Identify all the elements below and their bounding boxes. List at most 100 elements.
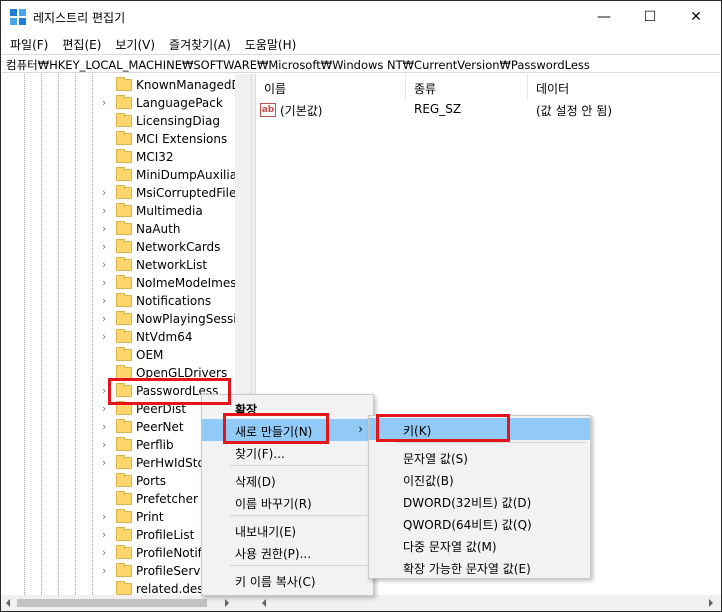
menu-item-copy-key-name[interactable]: 키 이름 복사(C) (202, 569, 373, 591)
scroll-left-icon[interactable] (4, 599, 12, 607)
horizontal-scrollbar[interactable] (1, 595, 721, 611)
annotation-box-key (376, 414, 510, 442)
tree-item[interactable]: › NtVdm64 (1, 328, 235, 346)
expand-chevron-icon[interactable]: › (102, 456, 112, 469)
column-header-type[interactable]: 종류 (406, 74, 528, 100)
tree-item-label: MCI32 (136, 150, 174, 164)
tree-item[interactable]: related.desc (1, 580, 235, 595)
tree-item[interactable]: › PerHwIdSto (1, 454, 235, 472)
tree-item-label: LanguagePack (136, 96, 223, 110)
tree-item[interactable]: › PeerNet (1, 418, 235, 436)
expand-chevron-icon[interactable]: › (102, 330, 112, 343)
tree-item-label: MiniDumpAuxiliar (136, 168, 242, 182)
folder-icon (116, 311, 132, 325)
scroll-right-icon[interactable] (223, 599, 231, 607)
close-button[interactable]: ✕ (673, 1, 719, 33)
folder-icon (116, 167, 132, 181)
tree-item[interactable]: KnownManagedD (1, 76, 241, 94)
tree-item[interactable]: › ProfileNotifi (1, 544, 235, 562)
value-row[interactable]: ab (기본값) REG_SZ (값 설정 안 됨) (256, 102, 721, 120)
tree-item[interactable]: › NetworkCards (1, 238, 235, 256)
expand-chevron-icon[interactable]: › (102, 96, 112, 109)
expand-chevron-icon[interactable]: › (102, 510, 112, 523)
folder-icon (116, 293, 132, 307)
tree-item-label: Print (136, 510, 164, 524)
submenu-item-dword-value[interactable]: DWORD(32비트) 값(D) (369, 490, 590, 512)
tree-item-label: Multimedia (136, 204, 203, 218)
tree-item[interactable]: › MsiCorruptedFileR (1, 184, 245, 202)
tree-item-label: related.desc (136, 582, 211, 595)
submenu-item-string-value[interactable]: 문자열 값(S) (369, 446, 590, 468)
tree-item[interactable]: › Perflib (1, 436, 235, 454)
tree-guide-line (92, 74, 93, 595)
tree-item[interactable]: MCI32 (1, 148, 235, 166)
tree-item[interactable]: › Notifications (1, 292, 235, 310)
tree-item-label: NowPlayingSessio (136, 312, 244, 326)
menu-item-export[interactable]: 내보내기(E) (202, 519, 373, 541)
expand-chevron-icon[interactable]: › (102, 258, 112, 271)
address-bar[interactable]: 컴퓨터₩HKEY_LOCAL_MACHINE₩SOFTWARE₩Microsof… (2, 54, 720, 73)
menu-edit[interactable]: 편집(E) (55, 33, 108, 53)
scrollbar-thumb[interactable] (17, 599, 207, 607)
expand-chevron-icon[interactable]: › (102, 564, 112, 577)
tree-item[interactable]: OEM (1, 346, 235, 364)
submenu-item-expandable-string-value[interactable]: 확장 가능한 문자열 값(E) (369, 556, 590, 578)
tree-item[interactable]: Ports (1, 472, 235, 490)
submenu-item-multi-string-value[interactable]: 다중 문자열 값(M) (369, 534, 590, 556)
tree-item[interactable]: MiniDumpAuxiliar (1, 166, 242, 184)
tree-item[interactable]: LicensingDiag (1, 112, 235, 130)
tree-item[interactable]: › Multimedia (1, 202, 235, 220)
expand-chevron-icon[interactable]: › (102, 528, 112, 541)
submenu-item-qword-value[interactable]: QWORD(64비트) 값(Q) (369, 512, 590, 534)
expand-chevron-icon[interactable]: › (102, 438, 112, 451)
menu-view[interactable]: 보기(V) (108, 33, 162, 53)
folder-icon (116, 203, 132, 217)
expand-chevron-icon[interactable]: › (102, 312, 112, 325)
column-header-data[interactable]: 데이터 (528, 74, 721, 100)
tree-item[interactable]: › NetworkList (1, 256, 235, 274)
tree-item-label: NaAuth (136, 222, 181, 236)
folder-icon (116, 221, 132, 235)
tree-item[interactable]: › NoImeModeImes (1, 274, 237, 292)
menu-file[interactable]: 파일(F) (3, 33, 55, 53)
minimize-button[interactable]: — (581, 1, 627, 33)
tree-item[interactable]: › NaAuth (1, 220, 235, 238)
menu-separator (397, 442, 586, 443)
menu-item-permissions[interactable]: 사용 권한(P)... (202, 541, 373, 563)
expand-chevron-icon[interactable]: › (102, 222, 112, 235)
tree-item-label: MsiCorruptedFileR (136, 186, 245, 200)
tree-item[interactable]: › Print (1, 508, 235, 526)
folder-icon (116, 347, 132, 361)
tree-item[interactable]: Prefetcher (1, 490, 235, 508)
tree-item-label: NtVdm64 (136, 330, 193, 344)
expand-chevron-icon[interactable]: › (102, 240, 112, 253)
menu-item-rename[interactable]: 이름 바꾸기(R) (202, 491, 373, 513)
scroll-right-icon[interactable] (707, 599, 715, 607)
menu-separator (230, 565, 369, 566)
expand-chevron-icon[interactable]: › (102, 546, 112, 559)
expand-chevron-icon[interactable]: › (102, 276, 112, 289)
menu-separator (230, 465, 369, 466)
maximize-button[interactable]: ☐ (627, 1, 673, 33)
tree-item[interactable]: › LanguagePack (1, 94, 235, 112)
folder-icon (116, 275, 132, 289)
expand-chevron-icon[interactable]: › (102, 420, 112, 433)
column-header-name[interactable]: 이름 (256, 74, 406, 100)
submenu-item-binary-value[interactable]: 이진값(B) (369, 468, 590, 490)
expand-chevron-icon[interactable]: › (102, 294, 112, 307)
tree-item[interactable]: MCI Extensions (1, 130, 235, 148)
tree-item[interactable]: › NowPlayingSessio (1, 310, 244, 328)
folder-icon (116, 257, 132, 271)
menu-item-find[interactable]: 찾기(F)... (202, 441, 373, 463)
folder-icon (116, 239, 132, 253)
scroll-left-icon[interactable] (260, 599, 268, 607)
expand-chevron-icon[interactable]: › (102, 186, 112, 199)
tree-item[interactable]: › ProfileServic (1, 562, 235, 580)
tree-item[interactable]: › ProfileList (1, 526, 235, 544)
expand-chevron-icon[interactable]: › (102, 204, 112, 217)
annotation-box-passwordless (108, 378, 231, 405)
menu-item-delete[interactable]: 삭제(D) (202, 469, 373, 491)
menu-help[interactable]: 도움말(H) (238, 33, 304, 53)
menu-favorites[interactable]: 즐겨찾기(A) (162, 33, 238, 53)
tree-item-label: Ports (136, 474, 167, 488)
